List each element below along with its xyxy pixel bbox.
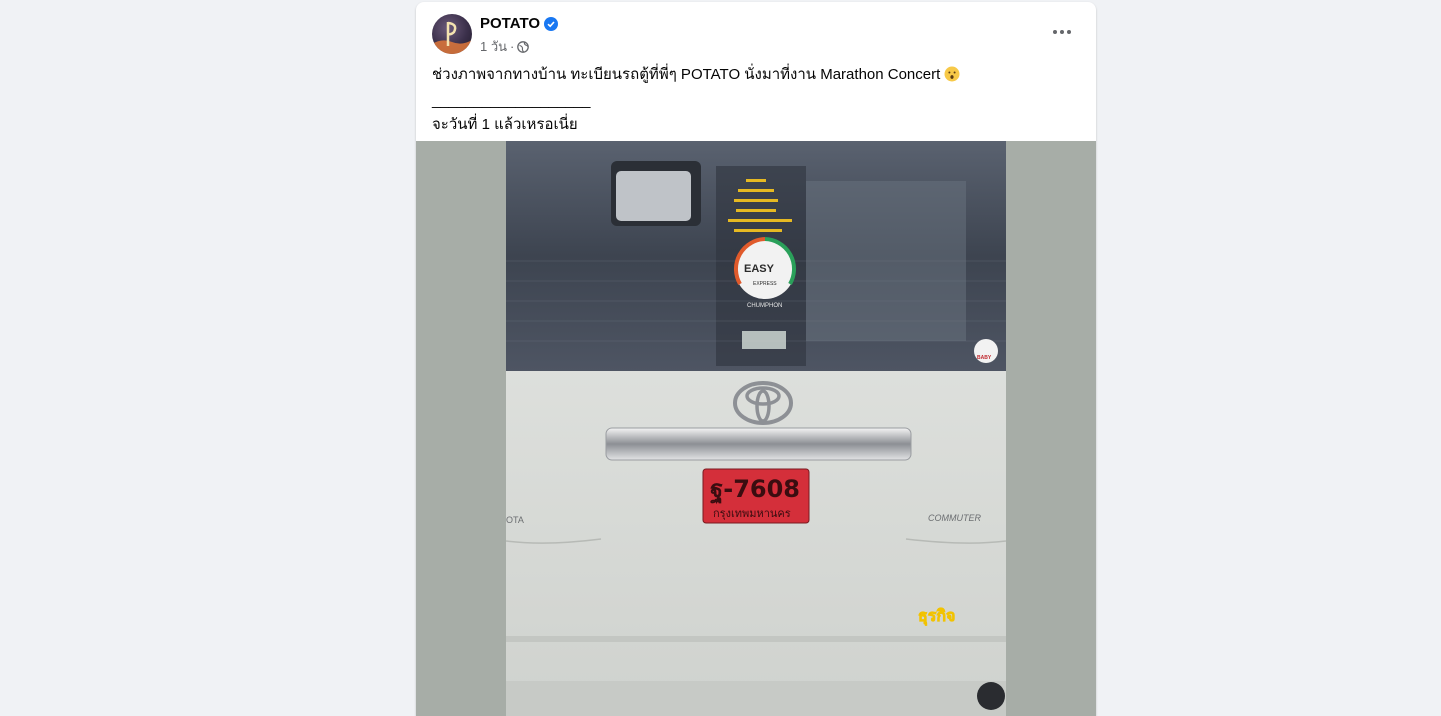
meta-separator: · — [510, 39, 515, 54]
post-time[interactable]: 1 วัน — [480, 36, 507, 57]
feed-post: POTATO 1 วัน · ช่วงภาพจากทางบ้าน ทะเบียน… — [416, 2, 1096, 716]
author-name[interactable]: POTATO — [480, 15, 540, 32]
sticker-brand: EASY — [744, 263, 775, 275]
post-divider: ___________________ — [432, 92, 591, 109]
globe-icon — [517, 40, 530, 53]
post-text-line1: ช่วงภาพจากทางบ้าน ทะเบียนรถตู้ที่พี่ๆ PO… — [432, 66, 941, 83]
plate-number: ฐ-7608 — [710, 475, 800, 505]
hushed-face-emoji-icon — [944, 66, 960, 82]
post-text-line3: จะวันที่ 1 แล้วเหรอเนี่ย — [432, 116, 578, 133]
sticker-city: CHUMPHON — [747, 303, 782, 309]
watermark-logo: ธุรกิจ — [918, 606, 955, 626]
model-badge: COMMUTER — [928, 513, 981, 523]
verified-badge-icon — [544, 16, 558, 31]
post-header: POTATO 1 วัน · — [432, 14, 1080, 54]
more-options-button[interactable] — [1044, 14, 1080, 50]
page-avatar[interactable] — [432, 14, 472, 54]
post-text: ช่วงภาพจากทางบ้าน ทะเบียนรถตู้ที่พี่ๆ PO… — [432, 63, 1080, 137]
more-dots-icon — [1053, 30, 1057, 34]
toyota-text: OTA — [506, 515, 524, 525]
baby-sticker: BABY — [977, 355, 992, 361]
post-media[interactable]: EASY EXPRESS CHUMPHON BABY ฐ-7608 กรุงเท… — [416, 141, 1096, 716]
sticker-sub: EXPRESS — [753, 281, 777, 287]
plate-province: กรุงเทพมหานคร — [713, 507, 791, 520]
van-photo[interactable]: EASY EXPRESS CHUMPHON BABY ฐ-7608 กรุงเท… — [506, 141, 1006, 716]
